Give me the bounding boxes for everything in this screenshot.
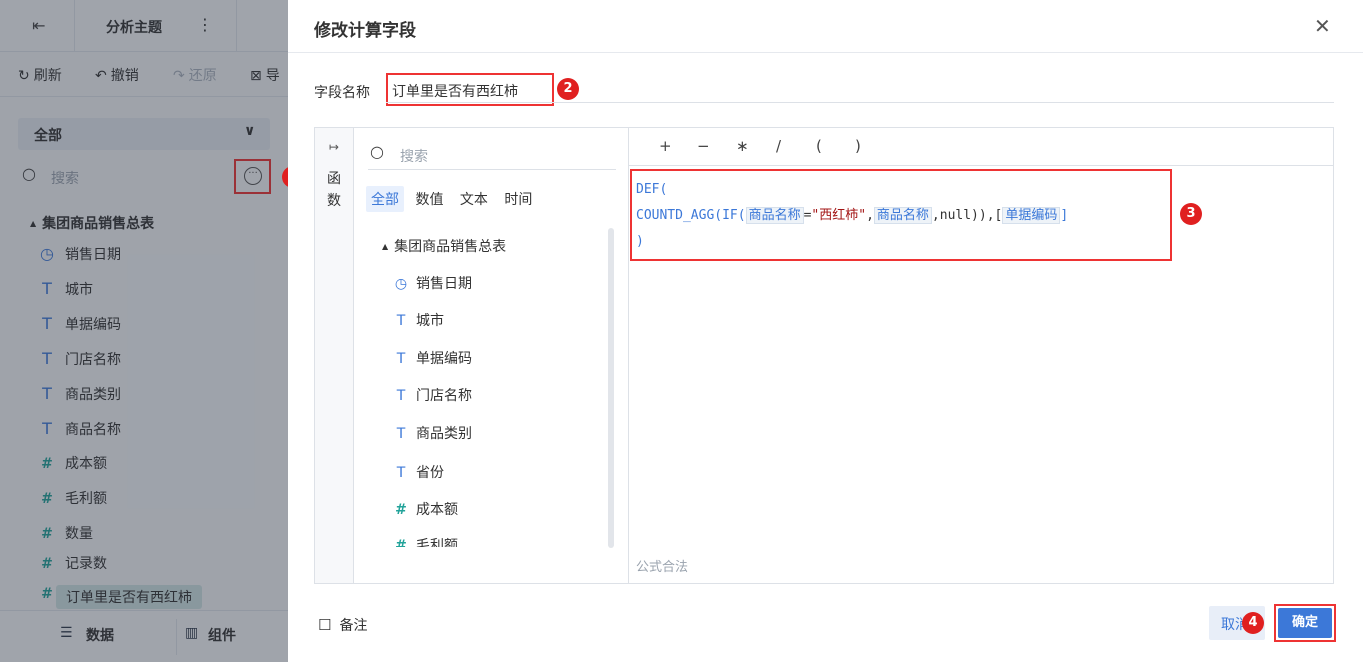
edit-calculated-field-dialog: 修改计算字段 ✕ 字段名称 订单里是否有西红柿 ↦ 函数 ○ 搜索 全部 数值 …	[288, 0, 1363, 662]
field-item[interactable]: T 省份	[393, 462, 444, 482]
modal-overlay	[0, 0, 290, 662]
field-token: 单据编码	[1002, 207, 1061, 224]
search-icon: ○	[370, 142, 384, 161]
plus-button[interactable]: +	[659, 137, 672, 155]
step-badge: 3	[1180, 203, 1202, 225]
tab-text[interactable]: 文本	[455, 186, 493, 212]
text-icon: T	[396, 465, 406, 481]
formula-line: COUNTD_AGG(IF(商品名称 ="西红柿", 商品名称 ,null)),[单据…	[636, 207, 1069, 224]
number-icon: #	[395, 538, 407, 547]
field-list: ○ 搜索 全部 数值 文本 时间 ▲ 集团商品销售总表 ◷ 销售日期 T 城市 T 单据…	[354, 128, 629, 583]
field-item[interactable]: ◷ 销售日期	[393, 273, 472, 293]
multiply-button[interactable]: ∗	[736, 137, 749, 155]
field-item[interactable]: # 成本额	[393, 499, 458, 519]
formula-input[interactable]: DEF( COUNTD_AGG(IF(商品名称 ="西红柿", 商品名称 ,null)…	[630, 169, 1172, 261]
divider	[288, 52, 1363, 53]
field-item[interactable]: T 门店名称	[393, 385, 472, 405]
field-type-tabs: 全部 数值 文本 时间	[366, 186, 539, 212]
expand-icon[interactable]: ↦	[329, 140, 339, 154]
triangle-down-icon: ▲	[382, 242, 389, 251]
step-badge: 4	[1242, 612, 1264, 634]
close-icon[interactable]: ✕	[1314, 14, 1331, 38]
formula-status: 公式合法	[636, 560, 689, 575]
field-name-label: 字段名称	[314, 85, 370, 101]
field-item[interactable]: T 商品类别	[393, 423, 472, 443]
function-tab[interactable]: 函数	[327, 168, 341, 212]
dialog-title: 修改计算字段	[314, 21, 416, 41]
tab-number[interactable]: 数值	[410, 186, 448, 212]
formula-editor: + − ∗ / ( ) DEF( COUNTD_AGG(IF(商品名称 ="西红柿…	[629, 128, 1334, 583]
tree-root[interactable]: ▲ 集团商品销售总表	[382, 236, 506, 256]
field-item[interactable]: # 毛利额	[393, 535, 458, 547]
left-paren-button[interactable]: (	[816, 137, 822, 155]
function-sidebar: ↦ 函数	[315, 128, 354, 583]
note-button[interactable]: ☐ 备注	[318, 615, 367, 635]
right-paren-button[interactable]: )	[855, 137, 861, 155]
divider	[386, 102, 1334, 103]
text-icon: T	[396, 351, 406, 367]
field-search-input[interactable]: ○ 搜索	[368, 140, 616, 170]
formula-panel: ↦ 函数 ○ 搜索 全部 数值 文本 时间 ▲ 集团商品销售总表 ◷ 销售日期 T城…	[314, 127, 1334, 584]
formula-line: )	[636, 234, 644, 249]
text-icon: T	[396, 388, 406, 404]
field-item[interactable]: T 单据编码	[393, 348, 472, 368]
minus-button[interactable]: −	[697, 137, 710, 155]
field-item[interactable]: T 城市	[393, 310, 444, 330]
text-icon: T	[396, 313, 406, 329]
tab-all[interactable]: 全部	[366, 186, 404, 212]
number-icon: #	[395, 502, 407, 518]
comment-icon: ☐	[318, 616, 332, 634]
field-token: 商品名称	[745, 207, 804, 224]
field-token: 商品名称	[873, 207, 932, 224]
step-badge: 2	[557, 78, 579, 100]
formula-line: DEF(	[636, 182, 668, 197]
operator-bar: + − ∗ / ( )	[629, 128, 1334, 166]
divide-button[interactable]: /	[776, 137, 781, 155]
scrollbar[interactable]	[608, 228, 614, 548]
tab-time[interactable]: 时间	[499, 186, 537, 212]
text-icon: T	[396, 426, 406, 442]
ok-button[interactable]: 确定	[1274, 604, 1336, 642]
clock-icon: ◷	[394, 276, 408, 292]
